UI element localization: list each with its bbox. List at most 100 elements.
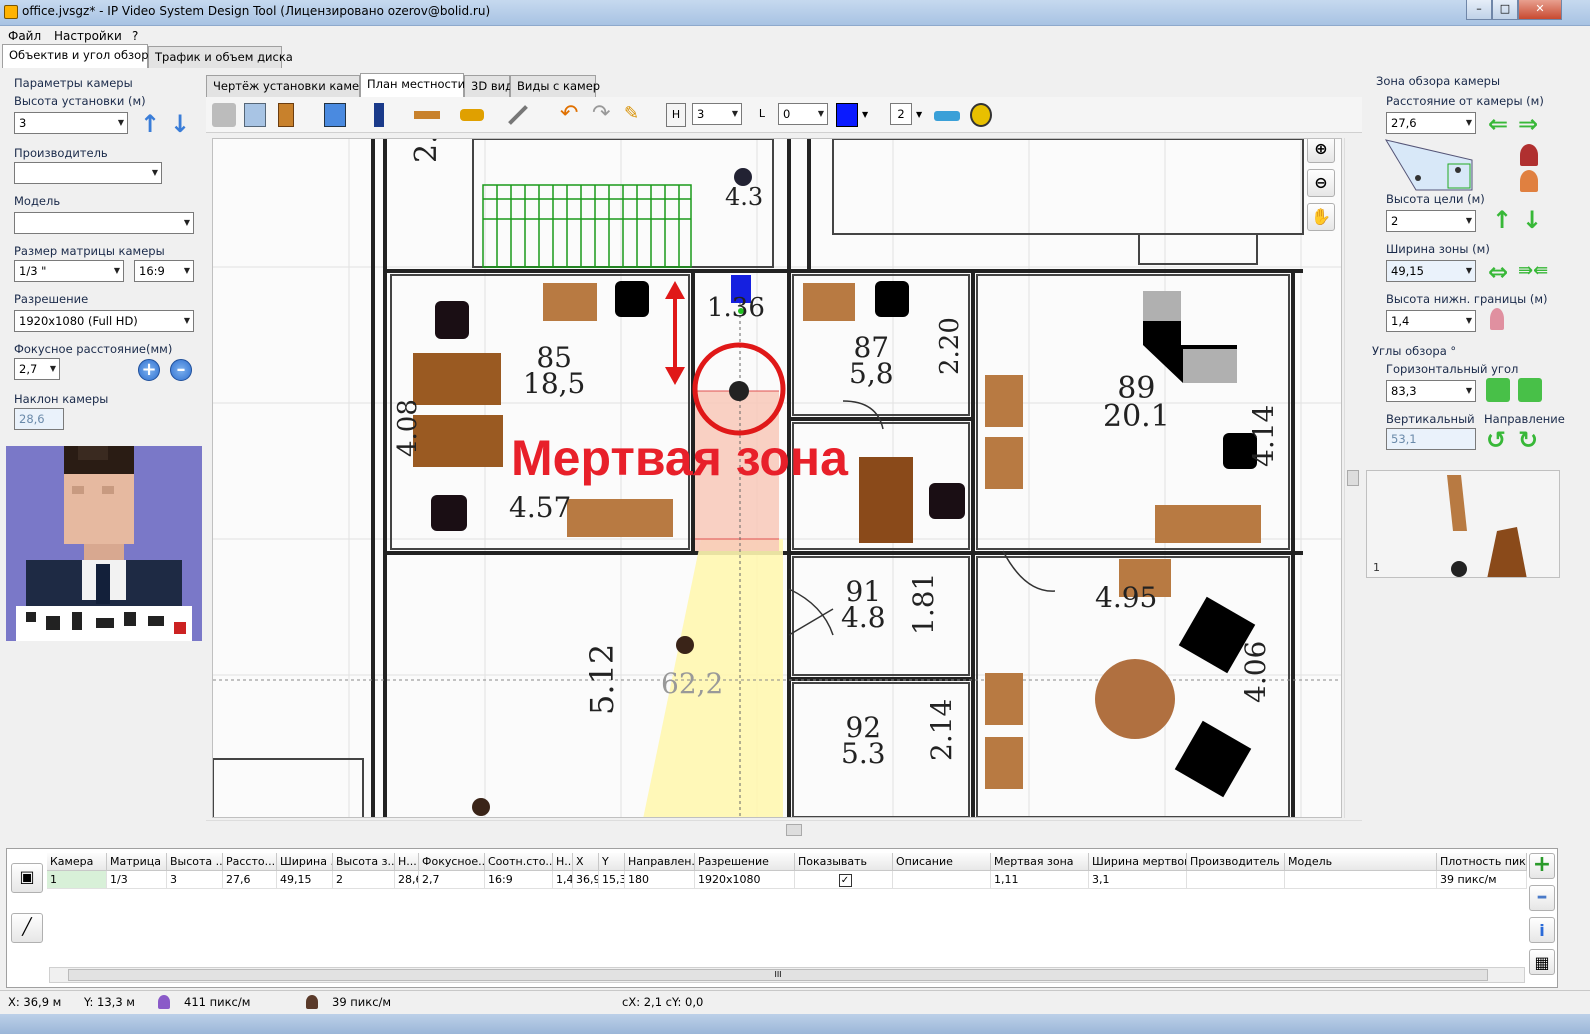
measure-list-icon[interactable]: ╱ [11,913,43,943]
zone-widen-icon[interactable]: ⇔ [1488,258,1508,286]
height-combo[interactable]: 3 ▼ [14,112,128,134]
camera-tool-icon[interactable] [212,103,236,127]
col-header[interactable]: Высота ... [167,853,223,871]
tab-3d-view[interactable]: 3D вид [464,75,513,97]
woman-target-icon[interactable] [1520,170,1538,192]
focal-combo[interactable]: 2,7 ▼ [14,358,60,380]
menu-settings[interactable]: Настройки [54,29,122,43]
tab-install-drawing[interactable]: Чертёж установки камеры [206,75,375,97]
camera-preview[interactable]: 1 [1366,470,1560,578]
zone-width-combo[interactable]: 49,15 ▼ [1386,260,1476,282]
col-header[interactable]: X [573,853,599,871]
zoom-in-focal-icon[interactable]: + [138,359,160,381]
table-cell[interactable]: 1/3 [107,871,167,889]
horiz-angle-combo[interactable]: 83,3 ▼ [1386,380,1476,402]
table-cell[interactable] [1187,871,1285,889]
col-header[interactable]: Соотн.сто... [485,853,553,871]
floor-image-icon[interactable] [244,103,266,127]
col-header[interactable]: Разрешение [695,853,795,871]
wall-icon[interactable] [324,103,346,127]
col-header[interactable]: Ширина ... [277,853,333,871]
zone-narrow-icon[interactable]: ⇛⇚ [1518,260,1548,281]
measure-line-icon[interactable] [508,105,528,125]
table-cell[interactable]: 1 [47,871,107,889]
target-height-up-icon[interactable]: ↑ [1492,206,1512,234]
col-header[interactable]: Н... [553,853,573,871]
toolbar-height-combo[interactable]: 3 ▼ [692,103,742,125]
show-checkbox-cell[interactable]: ✓ [795,871,893,889]
col-header[interactable]: Н... [395,853,419,871]
lower-bound-person-icon[interactable] [1490,308,1504,330]
table-icon[interactable] [414,111,440,119]
vscroll-thumb[interactable] [1347,470,1359,486]
person-icon[interactable] [374,103,384,127]
distance-combo[interactable]: 27,6 ▼ [1386,112,1476,134]
height-down-arrow-icon[interactable]: ↓ [170,110,190,138]
table-cell[interactable]: 3 [167,871,223,889]
page-field[interactable]: 2 [890,103,912,125]
col-header[interactable]: Высота з... [333,853,395,871]
tab-site-plan[interactable]: План местности [360,73,465,97]
angle-collapse-icon[interactable] [1518,378,1542,402]
plan-horizontal-scrollbar[interactable] [206,820,1362,838]
table-cell[interactable]: 36,9 [573,871,599,889]
col-header[interactable]: Описание [893,853,991,871]
table-cell[interactable] [1285,871,1437,889]
menu-help[interactable]: ? [132,29,138,43]
table-cell[interactable]: 16:9 [485,871,553,889]
table-scroll-thumb[interactable]: III [68,969,1488,981]
model-combo[interactable]: ▼ [14,212,194,234]
table-cell[interactable] [893,871,991,889]
distance-increase-icon[interactable]: ⇒ [1518,110,1538,138]
table-cell[interactable]: 28,6 [395,871,419,889]
table-cell[interactable]: 1,11 [991,871,1089,889]
menu-file[interactable]: Файл [8,29,41,43]
col-header[interactable]: Матрица [107,853,167,871]
brush-icon[interactable]: ✎ [624,103,648,127]
col-header[interactable]: Модель [1285,853,1437,871]
plan-vertical-scrollbar[interactable] [1344,138,1360,818]
color-dropdown-icon[interactable]: ▼ [862,103,872,127]
camera-list-icon[interactable]: ▣ [11,863,43,893]
maximize-button[interactable]: □ [1492,0,1518,20]
col-header[interactable]: Фокусное... [419,853,485,871]
table-cell[interactable]: 180 [625,871,695,889]
color-picker[interactable] [836,103,858,127]
col-header[interactable]: Плотность пикс. [1437,853,1527,871]
toolbar-level-combo[interactable]: 0 ▼ [778,103,828,125]
pan-hand-icon[interactable]: ✋ [1307,203,1335,231]
rotate-right-icon[interactable]: ↻ [1518,426,1538,454]
snapshot-icon[interactable]: ▦ [1529,949,1555,975]
resolution-combo[interactable]: 1920x1080 (Full HD) ▼ [14,310,194,332]
aspect-combo[interactable]: 16:9 ▼ [134,260,194,282]
distance-decrease-icon[interactable]: ⇐ [1488,110,1508,138]
target-height-combo[interactable]: 2 ▼ [1386,210,1476,232]
undo-icon[interactable]: ↶ [560,103,584,127]
col-header[interactable]: Направлен... [625,853,695,871]
col-header[interactable]: Показывать [795,853,893,871]
man-target-icon[interactable] [1520,144,1538,166]
tab-traffic-disk[interactable]: Трафик и объем диска [148,46,293,68]
table-cell[interactable]: 27,6 [223,871,277,889]
door-icon[interactable] [278,103,294,127]
target-height-down-icon[interactable]: ↓ [1522,206,1542,234]
car-icon[interactable] [460,109,484,121]
table-cell[interactable]: 2 [333,871,395,889]
zoom-in-icon[interactable]: ⊕ [1307,139,1335,163]
manufacturer-combo[interactable]: ▼ [14,162,162,184]
lower-bound-combo[interactable]: 1,4 ▼ [1386,310,1476,332]
table-cell[interactable]: 3,1 [1089,871,1187,889]
page-dropdown-icon[interactable]: ▼ [916,103,926,127]
col-header[interactable]: Y [599,853,625,871]
hscroll-thumb[interactable] [786,824,802,836]
angle-expand-icon[interactable] [1486,378,1510,402]
col-header[interactable]: Мертвая зона [991,853,1089,871]
zoom-out-icon[interactable]: ⊖ [1307,169,1335,197]
table-horizontal-scrollbar[interactable]: III [49,967,1525,983]
table-cell[interactable]: 39 пикс/м [1437,871,1527,889]
col-header[interactable]: Рассто... [223,853,277,871]
col-header[interactable]: Ширина мертвой... [1089,853,1187,871]
show-checkbox[interactable]: ✓ [838,874,852,887]
table-cell[interactable]: 2,7 [419,871,485,889]
tab-camera-views[interactable]: Виды с камер [510,75,600,97]
